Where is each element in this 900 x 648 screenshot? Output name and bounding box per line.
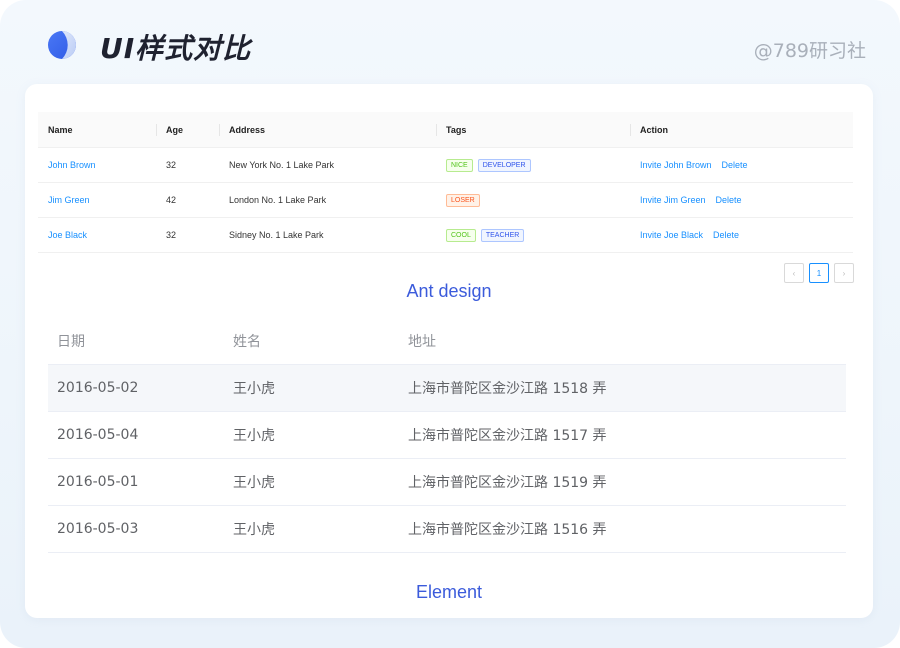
address-cell: 上海市普陀区金沙江路 1516 弄 [408, 522, 607, 538]
name-link[interactable]: Jim Green [48, 183, 90, 217]
page-frame: UI样式对比 @789研习社 Name Age Address Tags Act… [0, 0, 900, 648]
page-button-current[interactable]: 1 [809, 263, 829, 283]
delete-link[interactable]: Delete [716, 195, 742, 205]
col-header-date: 日期 [57, 334, 85, 350]
name-link[interactable]: John Brown [48, 148, 96, 182]
table-row: John Brown 32 New York No. 1 Lake Park N… [38, 148, 853, 183]
page-title: UI样式对比 [100, 32, 252, 65]
col-header-action: Action [640, 124, 668, 135]
column-divider [219, 124, 220, 136]
tag: LOSER [446, 193, 480, 207]
table-row: Jim Green 42 London No. 1 Lake Park LOSE… [38, 183, 853, 218]
address-cell: 上海市普陀区金沙江路 1519 弄 [408, 475, 607, 491]
delete-link[interactable]: Delete [722, 160, 748, 170]
date-cell: 2016-05-01 [57, 474, 139, 490]
tags-cell: LOSER [446, 183, 485, 217]
table-row[interactable]: 2016-05-03 王小虎 上海市普陀区金沙江路 1516 弄 [48, 506, 846, 553]
address-cell: 上海市普陀区金沙江路 1517 弄 [408, 428, 607, 444]
col-header-name: 姓名 [233, 334, 261, 350]
credit-text: @789研习社 [753, 40, 866, 62]
address-cell: London No. 1 Lake Park [229, 195, 327, 205]
tag: TEACHER [480, 228, 525, 242]
ant-design-table: Name Age Address Tags Action John Brown … [38, 112, 853, 253]
date-cell: 2016-05-04 [57, 427, 139, 443]
age-cell: 32 [166, 160, 177, 170]
invite-link[interactable]: Invite Jim Green [640, 195, 706, 205]
element-label: Element [415, 582, 483, 602]
col-header-tags: Tags [446, 124, 467, 135]
age-cell: 32 [166, 230, 177, 240]
half-moon-logo-icon [48, 31, 76, 59]
action-cell: Invite Joe Black Delete [640, 218, 739, 252]
column-divider [436, 124, 437, 136]
table-row[interactable]: 2016-05-04 王小虎 上海市普陀区金沙江路 1517 弄 [48, 412, 846, 459]
action-cell: Invite John Brown Delete [640, 148, 748, 182]
header: UI样式对比 @789研习社 [0, 0, 900, 84]
date-cell: 2016-05-03 [57, 521, 139, 537]
comparison-card: Name Age Address Tags Action John Brown … [25, 84, 873, 618]
date-cell: 2016-05-02 [57, 380, 139, 396]
element-table: 日期 姓名 地址 2016-05-02 王小虎 上海市普陀区金沙江路 1518 … [48, 318, 846, 553]
tags-cell: COOL TEACHER [446, 218, 529, 252]
invite-link[interactable]: Invite John Brown [640, 160, 712, 170]
col-header-name: Name [48, 124, 73, 135]
address-cell: 上海市普陀区金沙江路 1518 弄 [408, 381, 607, 397]
tag: COOL [446, 228, 476, 242]
address-cell: Sidney No. 1 Lake Park [229, 230, 324, 240]
column-divider [156, 124, 157, 136]
tags-cell: NICE DEVELOPER [446, 148, 536, 182]
name-link[interactable]: Joe Black [48, 218, 87, 252]
action-cell: Invite Jim Green Delete [640, 183, 742, 217]
delete-link[interactable]: Delete [713, 230, 739, 240]
prev-page-button[interactable]: ‹ [784, 263, 804, 283]
ant-design-label: Ant design [406, 281, 492, 301]
table-row[interactable]: 2016-05-01 王小虎 上海市普陀区金沙江路 1519 弄 [48, 459, 846, 506]
invite-link[interactable]: Invite Joe Black [640, 230, 703, 240]
col-header-address: Address [229, 124, 266, 135]
pagination: ‹ 1 › [784, 263, 854, 283]
col-header-address: 地址 [408, 334, 436, 350]
name-cell: 王小虎 [233, 381, 275, 397]
tag: NICE [446, 158, 473, 172]
name-cell: 王小虎 [233, 428, 275, 444]
name-cell: 王小虎 [233, 522, 275, 538]
next-page-button[interactable]: › [834, 263, 854, 283]
table-row[interactable]: 2016-05-02 王小虎 上海市普陀区金沙江路 1518 弄 [48, 365, 846, 412]
age-cell: 42 [166, 195, 177, 205]
address-cell: New York No. 1 Lake Park [229, 160, 335, 170]
element-table-header: 日期 姓名 地址 [48, 318, 846, 365]
table-row: Joe Black 32 Sidney No. 1 Lake Park COOL… [38, 218, 853, 253]
tag: DEVELOPER [477, 158, 531, 172]
col-header-age: Age [166, 124, 184, 135]
name-cell: 王小虎 [233, 475, 275, 491]
ant-table-header: Name Age Address Tags Action [38, 112, 853, 148]
column-divider [630, 124, 631, 136]
